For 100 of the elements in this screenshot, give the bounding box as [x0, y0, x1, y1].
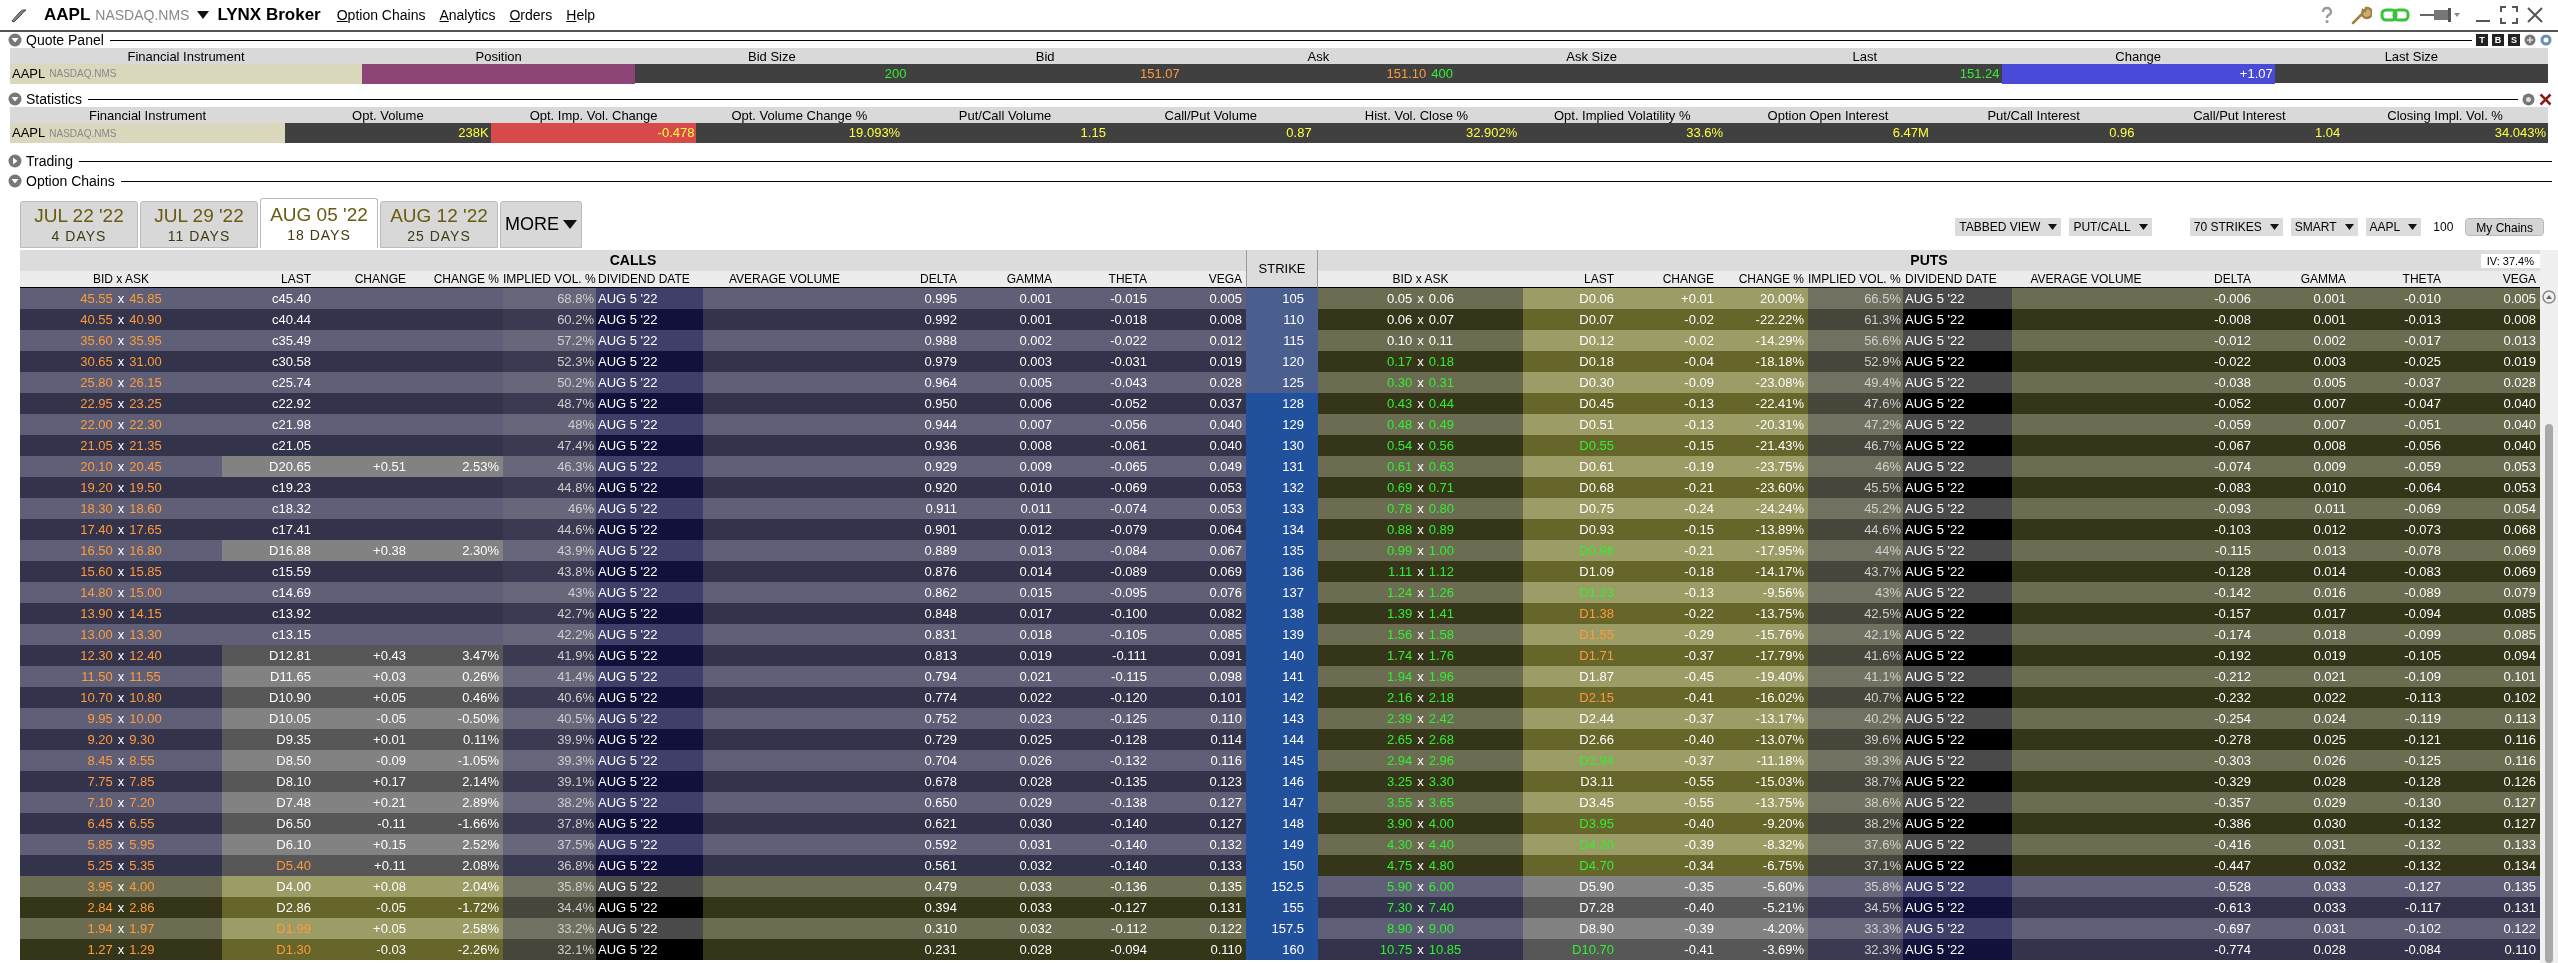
option-row[interactable]: 10.75 x 10.85 D10.70 -0.41 -3.69% 32.3% AUG 5 '22 -0.774 0.028 -0.084 0.110: [1318, 939, 2540, 960]
option-row[interactable]: 0.06 x 0.07 D0.07 -0.02 -22.22% 61.3% AUG 5 '22 -0.008 0.001 -0.013 0.008: [1318, 309, 2540, 330]
close-icon[interactable]: [2526, 6, 2544, 24]
option-row[interactable]: 1.94 x 1.97 D1.99 +0.05 2.58% 33.2% AUG 5 '22 0.310 0.032 -0.112 0.122: [20, 918, 1246, 939]
option-row[interactable]: 4.30 x 4.40 D4.30 -0.39 -8.32% 37.6% AUG 5 '22 -0.416 0.031 -0.132 0.133: [1318, 834, 2540, 855]
close-icon[interactable]: [2539, 92, 2552, 106]
scrollbar-thumb[interactable]: [2545, 424, 2553, 963]
dropdown[interactable]: 70 STRIKES: [2189, 218, 2283, 236]
dropdown[interactable]: PUT/CALL: [2069, 218, 2152, 236]
option-row[interactable]: 0.05 x 0.06 D0.06 +0.01 20.00% 66.5% AUG 5 '22 -0.006 0.001 -0.010 0.005: [1318, 288, 2540, 309]
option-row[interactable]: 21.05 x 21.35 c21.05 47.4% AUG 5 '22 0.936 0.008 -0.061 0.040: [20, 435, 1246, 456]
option-row[interactable]: 8.90 x 9.00 D8.90 -0.39 -4.20% 33.3% AUG 5 '22 -0.697 0.031 -0.102 0.122: [1318, 918, 2540, 939]
option-row[interactable]: 13.00 x 13.30 c13.15 42.2% AUG 5 '22 0.831 0.018 -0.105 0.085: [20, 624, 1246, 645]
option-row[interactable]: 0.69 x 0.71 D0.68 -0.21 -23.60% 45.5% AUG 5 '22 -0.083 0.010 -0.064 0.053: [1318, 477, 2540, 498]
maximize-icon[interactable]: [2500, 6, 2518, 24]
scroll-up-icon[interactable]: [2542, 290, 2556, 304]
option-row[interactable]: 17.40 x 17.65 c17.41 44.6% AUG 5 '22 0.901 0.012 -0.079 0.064: [20, 519, 1246, 540]
option-row[interactable]: 3.25 x 3.30 D3.11 -0.55 -15.03% 38.7% AUG 5 '22 -0.329 0.028 -0.128 0.126: [1318, 771, 2540, 792]
option-row[interactable]: 22.00 x 22.30 c21.98 48% AUG 5 '22 0.944 0.007 -0.056 0.040: [20, 414, 1246, 435]
option-row[interactable]: 3.90 x 4.00 D3.95 -0.40 -9.20% 38.2% AUG 5 '22 -0.386 0.030 -0.132 0.127: [1318, 813, 2540, 834]
option-row[interactable]: 1.74 x 1.76 D1.71 -0.37 -17.79% 41.6% AUG 5 '22 -0.192 0.019 -0.105 0.094: [1318, 645, 2540, 666]
expiry-tab[interactable]: AUG 12 '22 25 DAYS: [380, 201, 498, 248]
option-row[interactable]: 14.80 x 15.00 c14.69 43% AUG 5 '22 0.862 0.015 -0.095 0.076: [20, 582, 1246, 603]
option-row[interactable]: 20.10 x 20.45 D20.65 +0.51 2.53% 46.3% AUG 5 '22 0.929 0.009 -0.065 0.049: [20, 456, 1246, 477]
option-row[interactable]: 1.56 x 1.58 D1.55 -0.29 -15.76% 42.1% AUG 5 '22 -0.174 0.018 -0.099 0.085: [1318, 624, 2540, 645]
option-row[interactable]: 0.61 x 0.63 D0.61 -0.19 -23.75% 46% AUG 5 '22 -0.074 0.009 -0.059 0.053: [1318, 456, 2540, 477]
option-row[interactable]: 9.20 x 9.30 D9.35 +0.01 0.11% 39.9% AUG 5 '22 0.729 0.025 -0.128 0.114: [20, 729, 1246, 750]
option-row[interactable]: 1.39 x 1.41 D1.38 -0.22 -13.75% 42.5% AUG 5 '22 -0.157 0.017 -0.094 0.085: [1318, 603, 2540, 624]
menu-item[interactable]: Help: [566, 4, 596, 26]
section-title[interactable]: Trading: [26, 154, 73, 168]
menu-item[interactable]: Option Chains: [336, 4, 426, 26]
option-row[interactable]: 40.55 x 40.90 c40.44 60.2% AUG 5 '22 0.992 0.001 -0.018 0.008: [20, 309, 1246, 330]
panel-toggle-button[interactable]: S: [2508, 34, 2520, 46]
collapse-icon[interactable]: [8, 33, 22, 47]
option-row[interactable]: 16.50 x 16.80 D16.88 +0.38 2.30% 43.9% AUG 5 '22 0.889 0.013 -0.084 0.067: [20, 540, 1246, 561]
table-cell-text: -0.059: [2213, 415, 2252, 434]
option-row[interactable]: 0.99 x 1.00 D0.96 -0.21 -17.95% 44% AUG 5 '22 -0.115 0.013 -0.078 0.069: [1318, 540, 2540, 561]
collapse-icon[interactable]: [8, 92, 22, 106]
option-row[interactable]: 0.48 x 0.49 D0.51 -0.13 -20.31% 47.2% AUG 5 '22 -0.059 0.007 -0.051 0.040: [1318, 414, 2540, 435]
option-row[interactable]: 0.43 x 0.44 D0.45 -0.13 -22.41% 47.6% AUG 5 '22 -0.052 0.007 -0.047 0.040: [1318, 393, 2540, 414]
expiry-tab[interactable]: AUG 05 '22 18 DAYS: [260, 198, 378, 248]
option-row[interactable]: 15.60 x 15.85 c15.59 43.8% AUG 5 '22 0.876 0.014 -0.089 0.069: [20, 561, 1246, 582]
option-row[interactable]: 0.78 x 0.80 D0.75 -0.24 -24.24% 45.2% AUG 5 '22 -0.093 0.011 -0.069 0.054: [1318, 498, 2540, 519]
expand-icon[interactable]: [8, 154, 22, 168]
option-row[interactable]: 0.30 x 0.31 D0.30 -0.09 -23.08% 49.4% AUG 5 '22 -0.038 0.005 -0.037 0.028: [1318, 372, 2540, 393]
expiry-tab[interactable]: JUL 22 '22 4 DAYS: [20, 201, 138, 248]
menu-item[interactable]: Analytics: [439, 4, 496, 26]
my-chains-button[interactable]: My Chains: [2465, 218, 2544, 236]
option-row[interactable]: 7.10 x 7.20 D7.48 +0.21 2.89% 38.2% AUG 5 '22 0.650 0.029 -0.138 0.127: [20, 792, 1246, 813]
link-icon[interactable]: [2380, 7, 2412, 23]
option-row[interactable]: 19.20 x 19.50 c19.23 44.8% AUG 5 '22 0.920 0.010 -0.069 0.053: [20, 477, 1246, 498]
option-row[interactable]: 6.45 x 6.55 D6.50 -0.11 -1.66% 37.8% AUG 5 '22 0.621 0.030 -0.140 0.127: [20, 813, 1246, 834]
panel-toggle-button[interactable]: T: [2476, 34, 2488, 46]
option-row[interactable]: 22.95 x 23.25 c22.92 48.7% AUG 5 '22 0.950 0.006 -0.052 0.037: [20, 393, 1246, 414]
section-title[interactable]: Option Chains: [26, 174, 115, 188]
section-title[interactable]: Statistics: [26, 92, 82, 106]
option-row[interactable]: 9.95 x 10.00 D10.05 -0.05 -0.50% 40.5% AUG 5 '22 0.752 0.023 -0.125 0.110: [20, 708, 1246, 729]
option-row[interactable]: 2.94 x 2.96 D2.94 -0.37 -11.18% 39.3% AUG 5 '22 -0.303 0.026 -0.125 0.116: [1318, 750, 2540, 771]
option-row[interactable]: 30.65 x 31.00 c30.58 52.3% AUG 5 '22 0.979 0.003 -0.031 0.019: [20, 351, 1246, 372]
option-row[interactable]: 2.39 x 2.42 D2.44 -0.37 -13.17% 40.2% AUG 5 '22 -0.254 0.024 -0.119 0.113: [1318, 708, 2540, 729]
option-row[interactable]: 11.50 x 11.55 D11.65 +0.03 0.26% 41.4% AUG 5 '22 0.794 0.021 -0.115 0.098: [20, 666, 1246, 687]
expiry-tab[interactable]: JUL 29 '22 11 DAYS: [140, 201, 258, 248]
option-row[interactable]: 2.16 x 2.18 D2.15 -0.41 -16.02% 40.7% AUG 5 '22 -0.232 0.022 -0.113 0.102: [1318, 687, 2540, 708]
collapse-icon[interactable]: [8, 174, 22, 188]
option-row[interactable]: 45.55 x 45.85 c45.40 68.8% AUG 5 '22 0.995 0.001 -0.015 0.005: [20, 288, 1246, 309]
dropdown[interactable]: TABBED VIEW: [1955, 218, 2062, 236]
caret-icon[interactable]: [197, 11, 210, 19]
option-row[interactable]: 3.95 x 4.00 D4.00 +0.08 2.04% 35.8% AUG 5 '22 0.479 0.033 -0.136 0.135: [20, 876, 1246, 897]
option-row[interactable]: 0.88 x 0.89 D0.93 -0.15 -13.89% 44.6% AUG 5 '22 -0.103 0.012 -0.073 0.068: [1318, 519, 2540, 540]
option-row[interactable]: 3.55 x 3.65 D3.45 -0.55 -13.75% 38.6% AUG 5 '22 -0.357 0.029 -0.130 0.127: [1318, 792, 2540, 813]
option-row[interactable]: 2.65 x 2.68 D2.66 -0.40 -13.07% 39.6% AUG 5 '22 -0.278 0.025 -0.121 0.116: [1318, 729, 2540, 750]
wrench-icon[interactable]: [2350, 4, 2372, 26]
option-row[interactable]: 5.90 x 6.00 D5.90 -0.35 -5.60% 35.8% AUG 5 '22 -0.528 0.033 -0.127 0.135: [1318, 876, 2540, 897]
option-row[interactable]: 10.70 x 10.80 D10.90 +0.05 0.46% 40.6% AUG 5 '22 0.774 0.022 -0.120 0.101: [20, 687, 1246, 708]
option-row[interactable]: 4.75 x 4.80 D4.70 -0.34 -6.75% 37.1% AUG 5 '22 -0.447 0.032 -0.132 0.134: [1318, 855, 2540, 876]
pin-icon[interactable]: [2420, 7, 2460, 23]
option-row[interactable]: 8.45 x 8.55 D8.50 -0.09 -1.05% 39.3% AUG 5 '22 0.704 0.026 -0.132 0.116: [20, 750, 1246, 771]
option-row[interactable]: 0.10 x 0.11 D0.12 -0.02 -14.29% 56.6% AUG 5 '22 -0.012 0.002 -0.017 0.013: [1318, 330, 2540, 351]
option-row[interactable]: 12.30 x 12.40 D12.81 +0.43 3.47% 41.9% AUG 5 '22 0.813 0.019 -0.111 0.091: [20, 645, 1246, 666]
option-row[interactable]: 2.84 x 2.86 D2.86 -0.05 -1.72% 34.4% AUG 5 '22 0.394 0.033 -0.127 0.131: [20, 897, 1246, 918]
more-button[interactable]: MORE: [500, 201, 582, 248]
option-row[interactable]: 1.94 x 1.96 D1.87 -0.45 -19.40% 41.1% AUG 5 '22 -0.212 0.021 -0.109 0.101: [1318, 666, 2540, 687]
option-row[interactable]: 0.54 x 0.56 D0.55 -0.15 -21.43% 46.7% AUG 5 '22 -0.067 0.008 -0.056 0.040: [1318, 435, 2540, 456]
option-row[interactable]: 18.30 x 18.60 c18.32 46% AUG 5 '22 0.911 0.011 -0.074 0.053: [20, 498, 1246, 519]
section-title[interactable]: Quote Panel: [26, 33, 104, 47]
option-row[interactable]: 5.25 x 5.35 D5.40 +0.11 2.08% 36.8% AUG 5 '22 0.561 0.032 -0.140 0.133: [20, 855, 1246, 876]
dropdown[interactable]: SMART: [2290, 218, 2358, 236]
option-row[interactable]: 13.90 x 14.15 c13.92 42.7% AUG 5 '22 0.848 0.017 -0.100 0.082: [20, 603, 1246, 624]
option-row[interactable]: 0.17 x 0.18 D0.18 -0.04 -18.18% 52.9% AUG 5 '22 -0.022 0.003 -0.025 0.019: [1318, 351, 2540, 372]
option-row[interactable]: 7.30 x 7.40 D7.28 -0.40 -5.21% 34.5% AUG 5 '22 -0.613 0.033 -0.117 0.131: [1318, 897, 2540, 918]
option-row[interactable]: 25.80 x 26.15 c25.74 50.2% AUG 5 '22 0.964 0.005 -0.043 0.028: [20, 372, 1246, 393]
menu-item[interactable]: Orders: [509, 4, 553, 26]
option-row[interactable]: 5.85 x 5.95 D6.10 +0.15 2.52% 37.5% AUG 5 '22 0.592 0.031 -0.140 0.132: [20, 834, 1246, 855]
option-row[interactable]: 1.11 x 1.12 D1.09 -0.18 -14.17% 43.7% AUG 5 '22 -0.128 0.014 -0.083 0.069: [1318, 561, 2540, 582]
option-row[interactable]: 35.60 x 35.95 c35.49 57.2% AUG 5 '22 0.988 0.002 -0.022 0.012: [20, 330, 1246, 351]
dropdown[interactable]: AAPL: [2365, 218, 2422, 236]
option-row[interactable]: 7.75 x 7.85 D8.10 +0.17 2.14% 39.1% AUG 5 '22 0.678 0.028 -0.135 0.123: [20, 771, 1246, 792]
option-row[interactable]: 1.27 x 1.29 D1.30 -0.03 -2.26% 32.1% AUG 5 '22 0.231 0.028 -0.094 0.110: [20, 939, 1246, 960]
panel-toggle-button[interactable]: B: [2492, 34, 2504, 46]
option-row[interactable]: 1.24 x 1.26 D1.23 -0.13 -9.56% 43% AUG 5 '22 -0.142 0.016 -0.089 0.079: [1318, 582, 2540, 603]
